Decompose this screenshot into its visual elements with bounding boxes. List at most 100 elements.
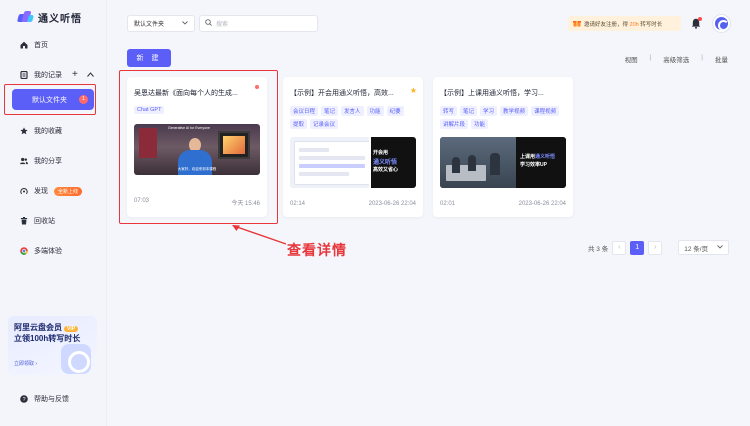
card-title: 【示例】上课用通义听悟，学习... (440, 90, 544, 97)
batch-link[interactable]: 批量 (715, 54, 728, 64)
record-card-3[interactable]: 【示例】上课用通义听悟，学习... 转写 笔记 学习 教学视频 课程视频 讲解片… (433, 77, 573, 217)
student (452, 157, 460, 173)
preview-banner: 开会用 通义听悟 高效又省心 (369, 137, 416, 188)
thumb-line1: 开会用 (373, 150, 389, 156)
invite-text: 邀请好友注册，得 20h 转写时长 (584, 20, 662, 28)
divider: | (649, 54, 652, 61)
sidebar: 通义听悟 首页 我的记录 + 默认文件夹 1 我的收藏 我的分享 发现 全新上线… (0, 0, 107, 426)
card-duration: 02:14 (290, 201, 306, 207)
tag[interactable]: 笔记 (321, 106, 339, 116)
tag[interactable]: 功能 (471, 119, 489, 129)
promo-banner[interactable]: 阿里云盘会员 VIP 立领100h转写时长 立即领取 › (8, 316, 97, 375)
view-link[interactable]: 视图 (625, 54, 638, 64)
preview-line (299, 148, 329, 152)
tag[interactable]: 记录会议 (310, 119, 339, 129)
card-meta: 02:14 2023-06-26 22:04 (290, 201, 416, 207)
svg-text:?: ? (22, 397, 25, 403)
cloud-drive-icon (61, 344, 91, 374)
star-icon[interactable]: ★ (410, 87, 417, 95)
card-thumbnail[interactable]: 开会用 通义听悟 高效又省心 (290, 137, 416, 188)
search-input[interactable]: 搜索 (199, 15, 318, 32)
classroom-preview: 上课用通义听悟 学习效率UP (440, 137, 566, 188)
thumb-line1: 上课用通义听悟 (520, 153, 555, 160)
new-button[interactable]: 新 建 (127, 49, 171, 67)
sidebar-item-multi-device[interactable]: 多端体验 (20, 246, 62, 256)
preview-line (299, 164, 365, 168)
users-icon (20, 157, 28, 165)
thumb-line3: 高效又省心 (373, 167, 399, 173)
sidebar-item-favorites[interactable]: 我的收藏 (20, 126, 62, 136)
bell-icon[interactable] (691, 17, 702, 29)
student (468, 155, 476, 171)
invite-text-b: 转写时长 (638, 21, 663, 28)
record-card-2[interactable]: 【示例】开会用通义听悟，高效... ★ 会议日程 笔记 发言人 功能 纪要 提取… (283, 77, 423, 217)
card-meta: 02:01 2023-06-26 22:04 (440, 201, 566, 207)
search-icon (205, 19, 212, 28)
card-thumbnail[interactable]: 上课用通义听悟 学习效率UP (440, 137, 566, 188)
invite-text-a: 邀请好友注册，得 (584, 21, 630, 28)
tag[interactable]: 教学视频 (500, 106, 529, 116)
preview-banner: 上课用通义听悟 学习效率UP (516, 137, 566, 188)
sidebar-item-shares[interactable]: 我的分享 (20, 156, 62, 166)
thumb-line2: 通义听悟 (373, 157, 397, 166)
sidebar-item-my-records[interactable]: 我的记录 + (20, 70, 94, 80)
tag[interactable]: 课程视频 (531, 106, 560, 116)
thumb-line1a: 上课用 (520, 154, 536, 160)
tag[interactable]: 讲解片段 (440, 119, 469, 129)
gift-icon (573, 19, 581, 29)
sidebar-item-label: 我的收藏 (34, 128, 62, 135)
chrome-icon (20, 247, 28, 255)
sidebar-item-label: 我的记录 (34, 72, 62, 79)
avatar[interactable] (713, 15, 730, 32)
tag[interactable]: 笔记 (460, 106, 478, 116)
vip-badge: VIP (64, 326, 79, 332)
tag[interactable]: 会议日程 (290, 106, 319, 116)
search-placeholder: 搜索 (216, 22, 229, 28)
sidebar-item-label: 多端体验 (34, 248, 62, 255)
classroom-scene (440, 137, 516, 188)
sidebar-item-trash[interactable]: 回收站 (20, 216, 55, 226)
pagination: 共 3 条 ‹ 1 › 12 条/页 (588, 240, 730, 255)
invite-banner[interactable]: 邀请好友注册，得 20h 转写时长 (568, 16, 681, 31)
tag[interactable]: 学习 (480, 106, 498, 116)
preview-window (294, 141, 370, 185)
page-button[interactable]: 1 (630, 240, 645, 255)
view-links: 视图 | 高级筛选 | 批量 (625, 54, 728, 64)
total-count: 共 3 条 (588, 245, 609, 253)
document-icon (20, 71, 28, 79)
advanced-filter-link[interactable]: 高级筛选 (663, 54, 689, 64)
sidebar-item-help[interactable]: ? 帮助与反馈 (20, 394, 69, 404)
logo-icon (16, 11, 34, 24)
sidebar-item-label: 发现 (34, 188, 48, 195)
tag[interactable]: 提取 (290, 119, 308, 129)
teacher (490, 153, 500, 175)
tag[interactable]: 发言人 (341, 106, 364, 116)
tag[interactable]: 转写 (440, 106, 458, 116)
sidebar-item-discover[interactable]: 发现 全新上线 (20, 186, 83, 196)
folder-select[interactable]: 默认文件夹 (127, 15, 195, 32)
page-size-select[interactable]: 12 条/页 (678, 240, 730, 255)
star-icon (20, 127, 28, 135)
app-logo[interactable]: 通义听悟 (16, 10, 82, 25)
add-folder-icon[interactable]: + (72, 70, 78, 80)
help-icon: ? (20, 395, 28, 403)
next-page-button[interactable]: › (648, 240, 663, 255)
prev-page-button[interactable]: ‹ (612, 240, 627, 255)
tag[interactable]: 纪要 (386, 106, 404, 116)
invite-hours: 20h (629, 21, 639, 28)
tag[interactable]: 功能 (366, 106, 384, 116)
divider: | (701, 54, 703, 61)
sidebar-item-label: 帮助与反馈 (34, 396, 69, 403)
new-tag: 全新上线 (54, 186, 83, 196)
sidebar-item-home[interactable]: 首页 (20, 40, 48, 50)
folder-select-value: 默认文件夹 (134, 22, 165, 28)
collapse-icon[interactable] (86, 71, 94, 79)
annotation-arrow (232, 225, 287, 245)
chevron-down-icon (182, 20, 188, 27)
promo-cta[interactable]: 立即领取 › (14, 360, 37, 367)
card-tags: 转写 笔记 学习 教学视频 课程视频 讲解片段 功能 (440, 106, 566, 129)
ui-preview: 开会用 通义听悟 高效又省心 (290, 137, 416, 188)
promo-subtitle: 立领100h转写时长 (14, 334, 81, 343)
thumb-brand: 通义听悟 (535, 154, 556, 160)
sidebar-item-label: 首页 (34, 42, 48, 49)
